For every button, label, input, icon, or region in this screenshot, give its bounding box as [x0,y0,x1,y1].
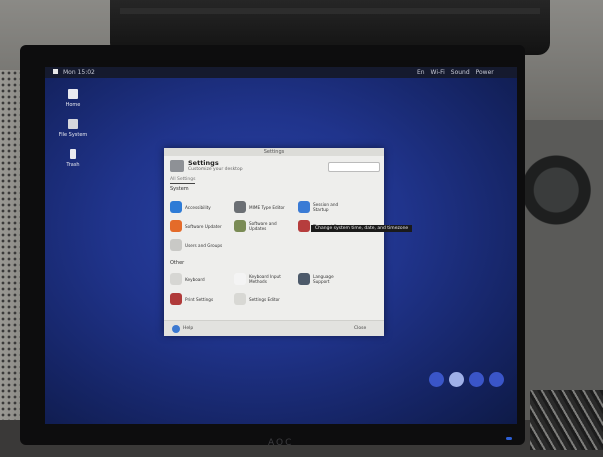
settings-item[interactable]: Language Support [298,272,351,286]
window-footer: Help Close [164,320,384,336]
monitor-arm [525,150,603,230]
item-label: MIME Type Editor [249,204,285,210]
item-label: Keyboard [185,276,205,282]
cables [530,390,603,450]
section-header: Other [170,260,185,266]
panel-clock[interactable]: Mon 15:02 [63,69,95,76]
dock-button[interactable] [469,372,484,387]
desktop-screen: Mon 15:02 En Wi-Fi Sound Power Home File… [45,67,517,424]
desktop-icon-home[interactable]: Home [51,89,95,108]
time-date-icon [298,220,310,232]
tray-item[interactable]: Wi-Fi [431,69,445,76]
item-label: Keyboard Input Methods [249,274,281,284]
top-panel: Mon 15:02 En Wi-Fi Sound Power [45,67,517,78]
printer-icon [170,293,182,305]
section-header: System [170,186,189,192]
settings-item[interactable]: Accessibility [170,200,223,214]
settings-item[interactable]: Print Settings [170,292,223,306]
settings-window: Settings Settings Customize your desktop… [164,148,384,336]
settings-item[interactable]: Session and Startup [298,200,351,214]
item-label: Users and Groups [185,242,223,248]
desktop-icon-filesystem[interactable]: File System [51,119,95,138]
help-icon[interactable] [172,325,180,333]
settings-item[interactable]: Software and Updates [234,219,287,233]
settings-item[interactable]: Keyboard [170,272,223,286]
tray-item[interactable]: En [417,69,425,76]
system-tray[interactable]: En Wi-Fi Sound Power [413,69,494,76]
tray-item[interactable]: Sound [451,69,470,76]
users-icon [170,239,182,251]
monitor-brand-logo: AOC [268,438,294,448]
tooltip: Change system time, date, and timezone [311,225,413,232]
settings-item[interactable]: Keyboard Input Methods [234,272,287,286]
desktop-icon-label: File System [58,132,88,138]
item-label: Software Updater [185,223,222,229]
item-label: Accessibility [185,204,211,210]
language-icon [298,273,310,285]
settings-item[interactable]: Software Updater [170,219,223,233]
item-label: Session and Startup [313,202,339,212]
home-folder-icon [68,89,78,99]
bag-strap [120,8,540,14]
desktop-icon-trash[interactable]: Trash [51,149,95,168]
updater-icon [170,220,182,232]
item-label: Print Settings [185,296,214,302]
help-button[interactable]: Help [183,326,193,331]
keyboard-icon [170,273,182,285]
tab-all-settings[interactable]: All Settings [170,177,196,184]
session-icon [298,201,310,213]
item-label: Settings Editor [249,296,280,302]
apps-menu-icon[interactable] [53,69,58,74]
input-methods-icon [234,273,246,285]
settings-icon [170,160,184,172]
dock-button[interactable] [489,372,504,387]
window-titlebar[interactable]: Settings [164,148,384,156]
drive-icon [68,119,78,129]
desktop-icon-label: Home [65,102,81,108]
search-input[interactable] [328,162,380,172]
item-label: Language Support [313,274,334,284]
dock-button[interactable] [429,372,444,387]
settings-item[interactable]: MIME Type Editor [234,200,287,214]
window-heading: Settings [188,159,219,167]
software-icon [234,220,246,232]
item-label: Software and Updates [249,221,277,231]
tray-item[interactable]: Power [476,69,494,76]
close-button[interactable]: Close [354,326,366,331]
settings-item[interactable]: Settings Editor [234,292,287,306]
settings-item[interactable]: Users and Groups [170,238,223,252]
accessibility-icon [170,201,182,213]
power-led [506,437,512,440]
trash-icon [70,149,76,159]
mime-editor-icon [234,201,246,213]
settings-editor-icon [234,293,246,305]
desktop-icon-label: Trash [66,162,80,168]
dock-button[interactable] [449,372,464,387]
window-subheading: Customize your desktop [188,167,243,172]
